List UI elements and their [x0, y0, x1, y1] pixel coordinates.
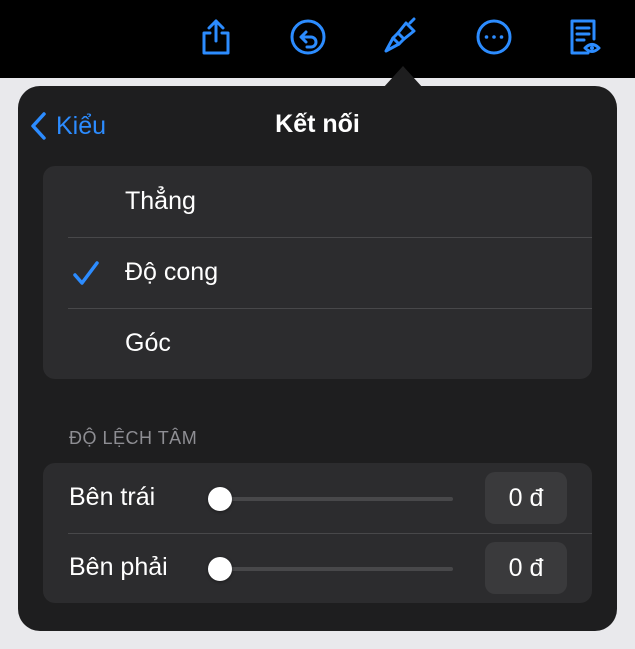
left-offset-value-field[interactable]: 0 đ	[485, 472, 567, 524]
offset-section-title: ĐỘ LỆCH TÂM	[69, 428, 198, 448]
popover-nav-bar: Kiểu Kết nối	[18, 86, 617, 164]
option-label: Góc	[125, 329, 171, 357]
offset-controls: Bên trái 0 đ Bên phải 0 đ	[43, 463, 592, 603]
option-straight[interactable]: Thẳng	[43, 166, 592, 237]
slider-thumb[interactable]	[208, 557, 232, 581]
checkmark-icon	[73, 261, 99, 285]
offset-row-right: Bên phải 0 đ	[43, 533, 592, 603]
slider-track	[208, 497, 453, 501]
format-popover: Kiểu Kết nối Thẳng Độ cong Góc ĐỘ LỆCH T…	[18, 86, 617, 631]
option-corner[interactable]: Góc	[43, 308, 592, 379]
undo-icon	[290, 19, 326, 55]
option-curved[interactable]: Độ cong	[43, 237, 592, 308]
popover-title: Kết nối	[275, 110, 360, 138]
top-toolbar	[0, 0, 635, 78]
offset-label: Bên phải	[69, 553, 168, 581]
more-icon	[476, 19, 512, 55]
slider-thumb[interactable]	[208, 487, 232, 511]
more-button[interactable]	[472, 14, 516, 60]
share-icon	[202, 19, 230, 55]
option-label: Thẳng	[125, 187, 196, 215]
undo-button[interactable]	[286, 14, 330, 60]
reading-view-icon	[570, 19, 601, 55]
reading-view-button[interactable]	[562, 14, 606, 60]
connection-style-list: Thẳng Độ cong Góc	[43, 166, 592, 379]
format-button[interactable]	[378, 14, 422, 60]
offset-label: Bên trái	[69, 483, 156, 511]
format-paintbrush-icon	[384, 17, 416, 53]
slider-track	[208, 567, 453, 571]
share-button[interactable]	[194, 14, 238, 60]
popover-arrow	[383, 66, 423, 88]
offset-row-left: Bên trái 0 đ	[43, 463, 592, 533]
left-offset-slider[interactable]	[208, 485, 453, 513]
right-offset-value-field[interactable]: 0 đ	[485, 542, 567, 594]
option-label: Độ cong	[125, 258, 219, 286]
right-offset-slider[interactable]	[208, 555, 453, 583]
